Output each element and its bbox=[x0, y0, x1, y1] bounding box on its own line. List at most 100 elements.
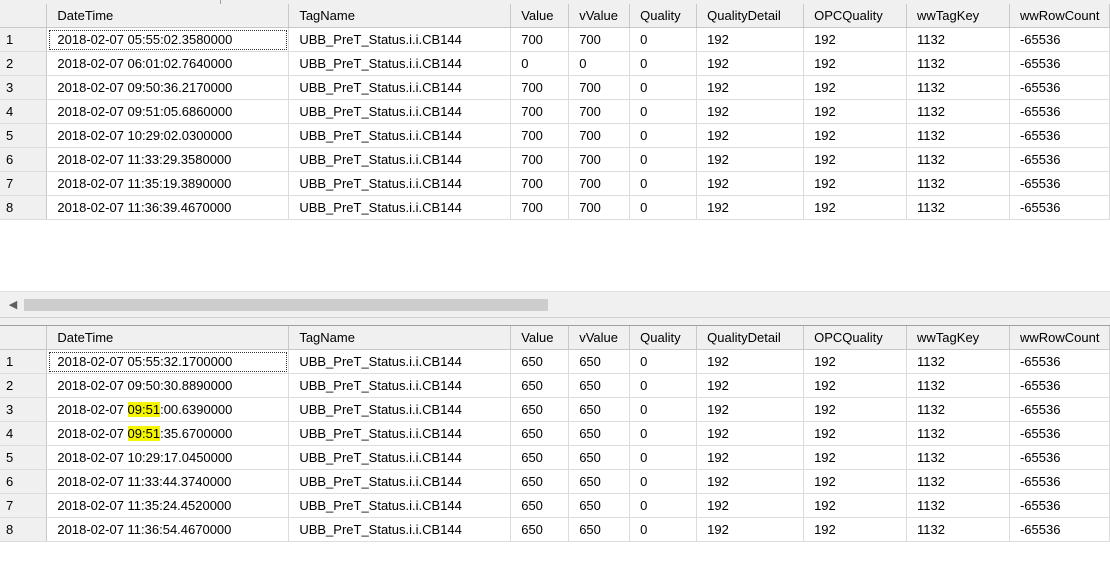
cell-qualitydetail[interactable]: 192 bbox=[696, 51, 805, 76]
cell-tagname[interactable]: UBB_PreT_Status.i.i.CB144 bbox=[288, 373, 512, 398]
column-header-wwrowcount[interactable]: wwRowCount bbox=[1009, 326, 1110, 350]
cell-vvalue[interactable]: 700 bbox=[568, 171, 631, 196]
cell-qualitydetail[interactable]: 192 bbox=[696, 123, 805, 148]
cell-vvalue[interactable]: 650 bbox=[568, 517, 631, 542]
cell-value[interactable]: 700 bbox=[510, 123, 570, 148]
cell-tagname[interactable]: UBB_PreT_Status.i.i.CB144 bbox=[288, 469, 512, 494]
cell-qualitydetail[interactable]: 192 bbox=[696, 171, 805, 196]
cell-quality[interactable]: 0 bbox=[629, 75, 698, 100]
cell-quality[interactable]: 0 bbox=[629, 27, 698, 52]
cell-datetime[interactable]: 2018-02-07 05:55:32.1700000 bbox=[46, 349, 290, 374]
cell-datetime[interactable]: 2018-02-07 11:33:44.3740000 bbox=[46, 469, 290, 494]
column-header-opcquality[interactable]: OPCQuality bbox=[803, 4, 908, 28]
cell-tagname[interactable]: UBB_PreT_Status.i.i.CB144 bbox=[288, 517, 512, 542]
column-header-value[interactable]: Value bbox=[510, 326, 570, 350]
cell-qualitydetail[interactable]: 192 bbox=[696, 469, 805, 494]
cell-value[interactable]: 700 bbox=[510, 75, 570, 100]
cell-value[interactable]: 650 bbox=[510, 349, 570, 374]
table-row[interactable]: 8 2018-02-07 11:36:39.4670000 UBB_PreT_Sta… bbox=[0, 195, 1110, 220]
cell-wwtagkey[interactable]: 1132 bbox=[906, 421, 1010, 446]
cell-wwrowcount[interactable]: -65536 bbox=[1009, 147, 1110, 172]
row-number[interactable]: 3 bbox=[0, 397, 48, 422]
cell-wwrowcount[interactable]: -65536 bbox=[1009, 373, 1110, 398]
cell-tagname[interactable]: UBB_PreT_Status.i.i.CB144 bbox=[288, 421, 512, 446]
cell-opcquality[interactable]: 192 bbox=[803, 27, 908, 52]
cell-wwrowcount[interactable]: -65536 bbox=[1009, 195, 1110, 220]
cell-datetime[interactable]: 2018-02-07 11:35:24.4520000 bbox=[46, 493, 290, 518]
cell-quality[interactable]: 0 bbox=[629, 469, 698, 494]
column-header-datetime[interactable]: DateTime bbox=[46, 4, 290, 28]
column-header-quality[interactable]: Quality bbox=[629, 4, 698, 28]
cell-qualitydetail[interactable]: 192 bbox=[696, 445, 805, 470]
cell-value[interactable]: 650 bbox=[510, 397, 570, 422]
cell-wwrowcount[interactable]: -65536 bbox=[1009, 51, 1110, 76]
cell-quality[interactable]: 0 bbox=[629, 373, 698, 398]
cell-wwrowcount[interactable]: -65536 bbox=[1009, 27, 1110, 52]
cell-tagname[interactable]: UBB_PreT_Status.i.i.CB144 bbox=[288, 397, 512, 422]
row-number[interactable]: 6 bbox=[0, 469, 48, 494]
cell-datetime[interactable]: 2018-02-07 09:51:05.6860000 bbox=[46, 99, 290, 124]
grid-splitter[interactable] bbox=[0, 317, 1110, 326]
results-grid-1[interactable]: DateTime TagName Value vValue Quality Qu… bbox=[0, 4, 1110, 291]
cell-opcquality[interactable]: 192 bbox=[803, 445, 908, 470]
cell-tagname[interactable]: UBB_PreT_Status.i.i.CB144 bbox=[288, 195, 512, 220]
table-row[interactable]: 7 2018-02-07 11:35:24.4520000 UBB_PreT_Sta… bbox=[0, 493, 1110, 518]
column-header-value[interactable]: Value bbox=[510, 4, 570, 28]
cell-value[interactable]: 650 bbox=[510, 493, 570, 518]
cell-wwtagkey[interactable]: 1132 bbox=[906, 51, 1010, 76]
cell-wwrowcount[interactable]: -65536 bbox=[1009, 469, 1110, 494]
row-number-header[interactable] bbox=[0, 326, 48, 350]
cell-qualitydetail[interactable]: 192 bbox=[696, 517, 805, 542]
cell-opcquality[interactable]: 192 bbox=[803, 123, 908, 148]
cell-wwtagkey[interactable]: 1132 bbox=[906, 99, 1010, 124]
cell-value[interactable]: 700 bbox=[510, 195, 570, 220]
cell-opcquality[interactable]: 192 bbox=[803, 397, 908, 422]
cell-wwrowcount[interactable]: -65536 bbox=[1009, 493, 1110, 518]
cell-qualitydetail[interactable]: 192 bbox=[696, 373, 805, 398]
cell-vvalue[interactable]: 650 bbox=[568, 445, 631, 470]
cell-quality[interactable]: 0 bbox=[629, 99, 698, 124]
cell-value[interactable]: 700 bbox=[510, 171, 570, 196]
horizontal-scrollbar[interactable]: ◀ bbox=[0, 291, 1110, 318]
cell-quality[interactable]: 0 bbox=[629, 147, 698, 172]
cell-wwtagkey[interactable]: 1132 bbox=[906, 517, 1010, 542]
cell-wwrowcount[interactable]: -65536 bbox=[1009, 517, 1110, 542]
cell-quality[interactable]: 0 bbox=[629, 349, 698, 374]
table-row[interactable]: 6 2018-02-07 11:33:44.3740000 UBB_PreT_Sta… bbox=[0, 469, 1110, 494]
cell-datetime[interactable]: 2018-02-07 05:55:02.3580000 bbox=[46, 27, 290, 52]
table-row[interactable]: 1 2018-02-07 05:55:32.1700000 UBB_PreT_Sta… bbox=[0, 349, 1110, 374]
table-row[interactable]: 2 2018-02-07 09:50:30.8890000 UBB_PreT_Sta… bbox=[0, 373, 1110, 398]
cell-opcquality[interactable]: 192 bbox=[803, 493, 908, 518]
column-header-wwtagkey[interactable]: wwTagKey bbox=[906, 4, 1010, 28]
cell-wwrowcount[interactable]: -65536 bbox=[1009, 445, 1110, 470]
table-row[interactable]: 8 2018-02-07 11:36:54.4670000 UBB_PreT_Sta… bbox=[0, 517, 1110, 542]
cell-quality[interactable]: 0 bbox=[629, 421, 698, 446]
row-number-header[interactable] bbox=[0, 4, 48, 28]
cell-vvalue[interactable]: 650 bbox=[568, 397, 631, 422]
cell-wwrowcount[interactable]: -65536 bbox=[1009, 171, 1110, 196]
cell-wwtagkey[interactable]: 1132 bbox=[906, 373, 1010, 398]
table-row[interactable]: 4 2018-02-07 09:51:35.6700000 UBB_PreT_Sta… bbox=[0, 421, 1110, 446]
cell-wwtagkey[interactable]: 1132 bbox=[906, 195, 1010, 220]
cell-datetime[interactable]: 2018-02-07 09:51:35.6700000 bbox=[46, 421, 290, 446]
table-row[interactable]: 7 2018-02-07 11:35:19.3890000 UBB_PreT_Sta… bbox=[0, 171, 1110, 196]
cell-opcquality[interactable]: 192 bbox=[803, 517, 908, 542]
cell-value[interactable]: 650 bbox=[510, 445, 570, 470]
cell-opcquality[interactable]: 192 bbox=[803, 147, 908, 172]
cell-qualitydetail[interactable]: 192 bbox=[696, 27, 805, 52]
cell-tagname[interactable]: UBB_PreT_Status.i.i.CB144 bbox=[288, 349, 512, 374]
table-row[interactable]: 1 2018-02-07 05:55:02.3580000 UBB_PreT_Sta… bbox=[0, 27, 1110, 52]
cell-wwtagkey[interactable]: 1132 bbox=[906, 123, 1010, 148]
cell-tagname[interactable]: UBB_PreT_Status.i.i.CB144 bbox=[288, 171, 512, 196]
cell-opcquality[interactable]: 192 bbox=[803, 171, 908, 196]
cell-tagname[interactable]: UBB_PreT_Status.i.i.CB144 bbox=[288, 147, 512, 172]
table-row[interactable]: 5 2018-02-07 10:29:17.0450000 UBB_PreT_Sta… bbox=[0, 445, 1110, 470]
column-header-wwrowcount[interactable]: wwRowCount bbox=[1009, 4, 1110, 28]
cell-datetime[interactable]: 2018-02-07 11:36:39.4670000 bbox=[46, 195, 290, 220]
cell-opcquality[interactable]: 192 bbox=[803, 349, 908, 374]
cell-quality[interactable]: 0 bbox=[629, 517, 698, 542]
row-number[interactable]: 2 bbox=[0, 373, 48, 398]
cell-opcquality[interactable]: 192 bbox=[803, 99, 908, 124]
cell-value[interactable]: 650 bbox=[510, 517, 570, 542]
cell-datetime[interactable]: 2018-02-07 09:50:30.8890000 bbox=[46, 373, 290, 398]
